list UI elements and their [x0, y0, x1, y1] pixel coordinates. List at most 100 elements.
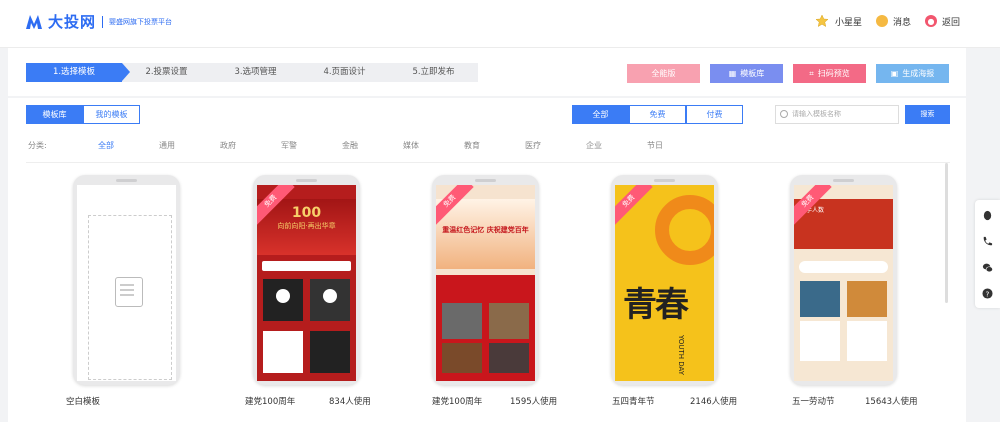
- category-education[interactable]: 教育: [464, 140, 525, 151]
- banner-subtitle: 向前向阳·再出华章: [277, 222, 336, 230]
- price-filter-tabs: 全部 免费 付费: [572, 105, 743, 124]
- category-filter: 分类: 全部 通用 政府 军警 金融 媒体 教育 医疗 企业 节日: [28, 140, 708, 151]
- image-thumb: [442, 303, 482, 339]
- scrollbar[interactable]: [945, 163, 948, 303]
- phone-screen: 免费 选手人数: [794, 185, 893, 381]
- category-government[interactable]: 政府: [220, 140, 281, 151]
- generate-poster-button[interactable]: ▣ 生成海报: [876, 64, 949, 83]
- category-finance[interactable]: 金融: [342, 140, 403, 151]
- image-thumb: [489, 343, 529, 373]
- action-buttons: 全能版 ▦ 模板库 ⌗ 扫码预览 ▣ 生成海报: [627, 64, 959, 83]
- user-icon: ●: [924, 15, 937, 27]
- image-thumb: [263, 331, 303, 373]
- logo-divider: [102, 15, 104, 28]
- phone-notch: [116, 179, 137, 182]
- decor-circle: [655, 195, 714, 265]
- category-military-police[interactable]: 军警: [281, 140, 342, 151]
- user-profile[interactable]: 小星星: [815, 14, 862, 28]
- search-input[interactable]: 请输入模板名称: [775, 105, 899, 124]
- tab-all[interactable]: 全部: [572, 105, 629, 124]
- user-area: 小星星 消息 ● 返回: [801, 14, 960, 28]
- scan-preview-label: 扫码预览: [817, 69, 850, 78]
- info-card: [847, 321, 887, 361]
- logo[interactable]: 大投网 婴盛网旗下投票平台: [24, 11, 172, 32]
- category-general[interactable]: 通用: [159, 140, 220, 151]
- image-icon: ▣: [890, 69, 899, 78]
- category-medical[interactable]: 医疗: [525, 140, 586, 151]
- divider: [8, 96, 966, 98]
- message-link[interactable]: 消息: [875, 15, 911, 28]
- step-1[interactable]: 1.选择模板: [26, 63, 130, 82]
- phone-notch: [833, 179, 854, 182]
- logo-icon: [26, 14, 42, 29]
- wechat-icon[interactable]: [982, 262, 993, 273]
- message-label: 消息: [892, 17, 911, 28]
- phone-preview[interactable]: 免费 重温红色记忆 庆祝建党百年: [432, 175, 539, 385]
- full-version-button[interactable]: 全能版: [627, 64, 700, 83]
- help-icon[interactable]: ?: [982, 288, 993, 299]
- phone-preview[interactable]: [73, 175, 180, 385]
- search-bar: [262, 261, 351, 271]
- tab-my-templates[interactable]: 我的模板: [83, 105, 140, 124]
- phone-notch: [296, 179, 317, 182]
- tab-template-library[interactable]: 模板库: [26, 105, 83, 124]
- search-icon: [780, 110, 788, 118]
- step-3[interactable]: 3.选项管理: [211, 63, 300, 82]
- play-icon: [276, 289, 290, 303]
- phone-notch: [475, 179, 496, 182]
- full-version-label: 全能版: [651, 69, 676, 78]
- template-uses: 2146人使用: [690, 397, 738, 407]
- step-5[interactable]: 5.立即发布: [389, 63, 478, 82]
- phone-screen: 免费 100 向前向阳·再出华章: [257, 185, 356, 381]
- library-tabs: 模板库 我的模板: [26, 105, 140, 124]
- phone-preview[interactable]: 免费 100 向前向阳·再出华章: [253, 175, 360, 385]
- phone-preview[interactable]: 免费 选手人数: [790, 175, 897, 385]
- template-name: 空白模板: [66, 397, 101, 407]
- user-name: 小星星: [834, 17, 862, 28]
- category-media[interactable]: 媒体: [403, 140, 464, 151]
- image-thumb: [847, 281, 887, 317]
- blank-template-icon: [115, 277, 143, 307]
- phone-icon[interactable]: [982, 236, 993, 247]
- main-panel: 1.选择模板 2.投票设置 3.选项管理 4.页面设计 5.立即发布 全能版 ▦…: [8, 48, 966, 422]
- step-indicator: 1.选择模板 2.投票设置 3.选项管理 4.页面设计 5.立即发布: [26, 63, 478, 82]
- search-button[interactable]: 搜索: [905, 105, 950, 124]
- generate-poster-label: 生成海报: [902, 69, 935, 78]
- search-bar: [799, 261, 888, 273]
- phone-screen: [77, 185, 176, 381]
- template-library-label: 模板库: [740, 69, 765, 78]
- template-library-button[interactable]: ▦ 模板库: [710, 64, 783, 83]
- banner-subtitle: YOUTH DAY: [677, 335, 685, 376]
- image-thumb: [310, 279, 350, 321]
- message-icon: [875, 15, 888, 27]
- category-enterprise[interactable]: 企业: [586, 140, 647, 151]
- banner-title: 青春: [623, 285, 689, 325]
- phone-screen: 免费 青春 YOUTH DAY: [615, 185, 714, 381]
- category-all[interactable]: 全部: [98, 140, 159, 151]
- free-ribbon: 免费: [615, 185, 653, 226]
- image-thumb: [442, 343, 482, 373]
- category-holiday[interactable]: 节日: [647, 140, 708, 151]
- side-toolbar: ?: [975, 200, 1000, 308]
- qr-icon: ⌗: [809, 69, 814, 78]
- image-thumb: [263, 279, 303, 321]
- step-4[interactable]: 4.页面设计: [300, 63, 389, 82]
- template-name: 建党100周年: [245, 397, 296, 407]
- logo-subtitle: 婴盛网旗下投票平台: [109, 17, 173, 26]
- image-thumb: [310, 331, 350, 373]
- image-thumb: [489, 303, 529, 339]
- scan-preview-button[interactable]: ⌗ 扫码预览: [793, 64, 866, 83]
- qq-icon[interactable]: [982, 210, 993, 221]
- tab-free[interactable]: 免费: [629, 105, 686, 124]
- play-icon: [323, 289, 337, 303]
- step-2[interactable]: 2.投票设置: [122, 63, 211, 82]
- top-bar: 大投网 婴盛网旗下投票平台 小星星 消息 ● 返回: [0, 0, 1000, 48]
- back-link[interactable]: ● 返回: [924, 15, 960, 28]
- phone-preview[interactable]: 免费 青春 YOUTH DAY: [611, 175, 718, 385]
- search-placeholder: 请输入模板名称: [792, 110, 841, 118]
- tab-paid[interactable]: 付费: [686, 105, 743, 124]
- template-uses: 15643人使用: [865, 397, 918, 407]
- info-card: [800, 321, 840, 361]
- category-label: 分类:: [28, 141, 47, 150]
- template-name: 五一劳动节: [792, 397, 835, 407]
